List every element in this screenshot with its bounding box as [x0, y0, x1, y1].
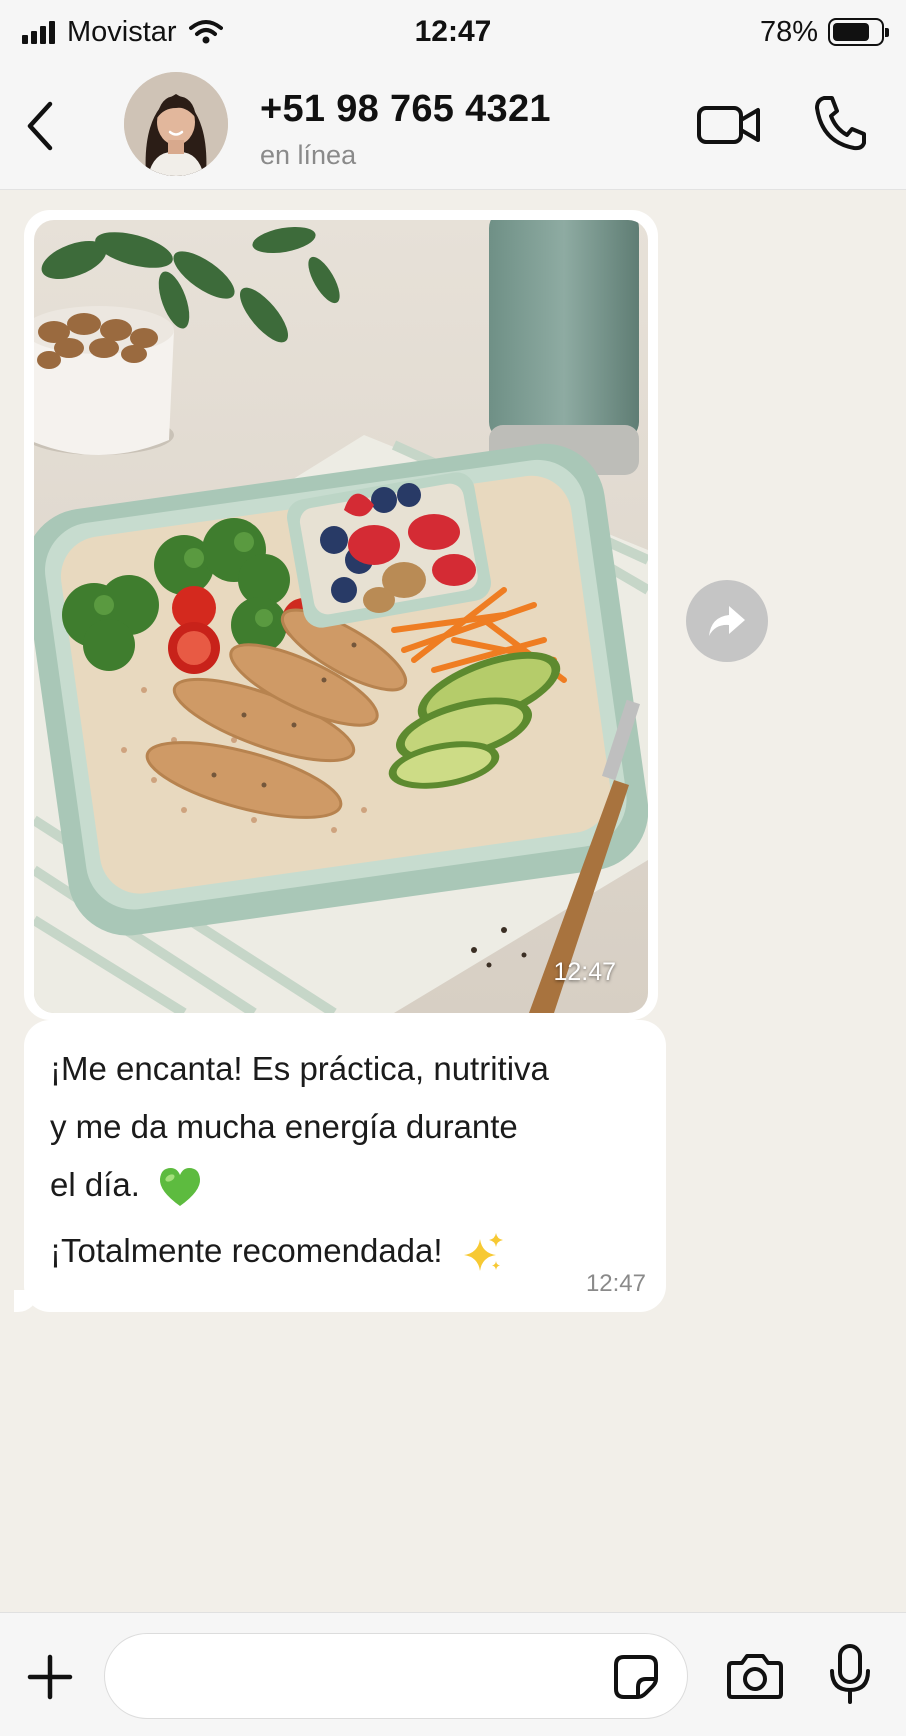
green-heart-emoji-icon: [160, 1168, 201, 1207]
meal-prep-photo[interactable]: 12:47: [34, 220, 648, 1013]
status-bar: Movistar 12:47 78%: [0, 0, 906, 64]
text-timestamp: 12:47: [585, 1270, 646, 1297]
message-line-with-emoji: ¡Totalmente recomendada!: [50, 1222, 640, 1280]
chat-header: +51 98 765 4321 en línea: [0, 64, 906, 190]
forward-arrow-icon: [709, 606, 745, 636]
carrier-name: Movistar: [67, 15, 177, 48]
sparkles-emoji-icon: [463, 1233, 503, 1272]
text-message-bubble[interactable]: ¡Me encanta! Es práctica, nutritiva y me…: [14, 1020, 666, 1312]
status-bar-right: 78%: [759, 15, 889, 49]
battery-icon: [828, 18, 889, 46]
forward-button[interactable]: [686, 580, 768, 662]
sticker-icon[interactable]: [612, 1653, 660, 1701]
video-camera-icon[interactable]: [696, 100, 762, 150]
message-input[interactable]: [104, 1633, 688, 1719]
contact-name[interactable]: +51 98 765 4321: [260, 88, 551, 131]
avatar[interactable]: [124, 72, 228, 176]
status-bar-left: Movistar: [22, 16, 223, 49]
phone-icon[interactable]: [812, 92, 868, 152]
image-timestamp: 12:47: [553, 958, 616, 986]
message-line-text: el día.: [50, 1166, 140, 1203]
camera-icon[interactable]: [726, 1651, 784, 1701]
battery-percent: 78%: [759, 15, 818, 48]
input-bar: [0, 1612, 906, 1736]
battery-fill: [833, 23, 869, 41]
image-message-bubble[interactable]: 12:47: [24, 210, 658, 1020]
message-line-with-emoji: el día.: [50, 1156, 640, 1214]
contact-status: en línea: [260, 140, 357, 170]
message-line-text: ¡Totalmente recomendada!: [50, 1232, 443, 1269]
plus-icon[interactable]: [26, 1653, 74, 1701]
cellular-signal-icon: [22, 20, 55, 44]
message-line: ¡Me encanta! Es práctica, nutritiva: [50, 1050, 549, 1087]
chat-area[interactable]: 12:47 ¡Me encanta! Es práctica, nutritiv…: [0, 190, 906, 1612]
message-line: y me da mucha energía durante: [50, 1108, 518, 1145]
chevron-left-icon[interactable]: [20, 96, 60, 156]
wifi-icon: [188, 20, 223, 44]
microphone-icon[interactable]: [828, 1643, 872, 1705]
